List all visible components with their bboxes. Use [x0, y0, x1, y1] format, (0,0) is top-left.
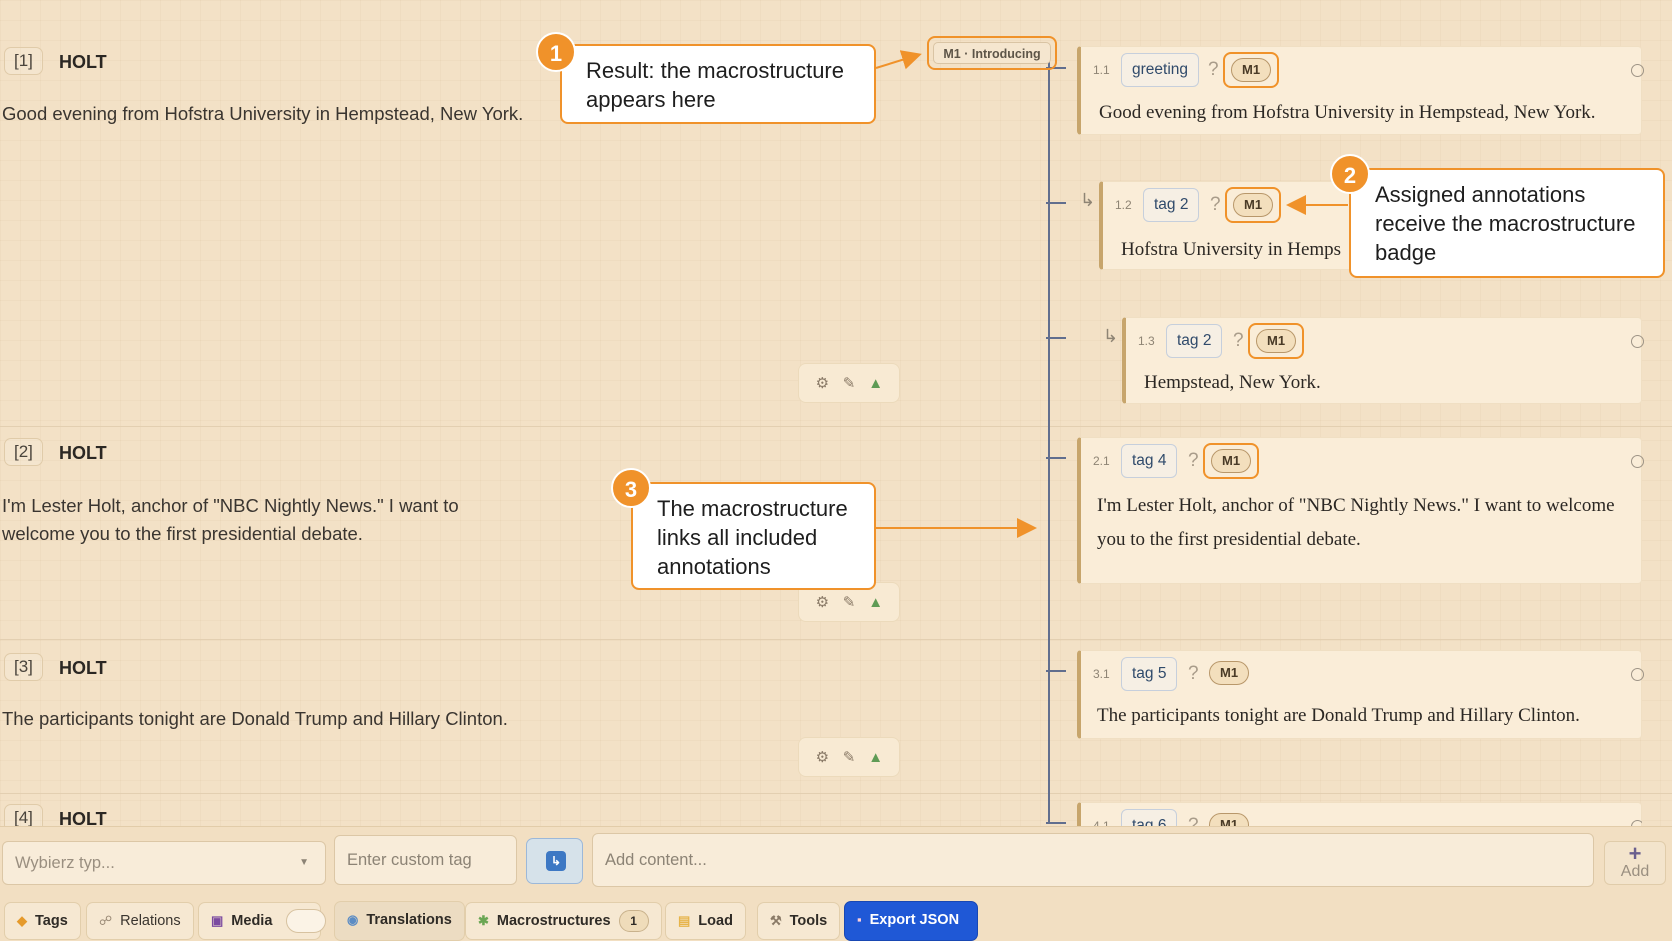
media-toggle[interactable]	[286, 909, 327, 934]
export-json-button-label: Export JSON	[869, 912, 960, 928]
bottom-bar: Wybierz typ... ▼ Enter custom tag ↳ Add …	[0, 826, 1672, 941]
tools-icon: ⚒	[770, 913, 782, 928]
type-select[interactable]: Wybierz typ... ▼	[2, 841, 326, 885]
callout-text-line: Assigned annotations	[1375, 182, 1586, 207]
macrostructures-count: 1	[618, 910, 649, 932]
load-button[interactable]: ▤ Load	[665, 902, 746, 940]
callout-text-line: receive the macrostructure	[1375, 211, 1636, 236]
folder-icon: ▤	[678, 913, 691, 928]
relations-button-label: Relations	[120, 913, 181, 929]
insert-icon: ↳	[546, 851, 566, 871]
media-button-label: Media	[231, 913, 273, 929]
link-icon: ☍	[99, 913, 113, 928]
callout-number: 1	[536, 32, 576, 72]
add-button-label: Add	[1620, 863, 1650, 880]
insert-button[interactable]: ↳	[526, 838, 583, 884]
tools-button-label: Tools	[789, 913, 828, 929]
translations-button[interactable]: ◉ Translations	[334, 901, 465, 941]
chevron-down-icon: ▼	[299, 857, 309, 868]
relations-button[interactable]: ☍ Relations	[86, 902, 194, 940]
tools-button[interactable]: ⚒ Tools	[757, 902, 841, 940]
callout-2: Assigned annotations receive the macrost…	[1349, 168, 1665, 278]
tags-button[interactable]: ◆ Tags	[4, 902, 81, 940]
content-input[interactable]: Add content...	[592, 833, 1594, 887]
callout-text-line: Result: the macrostructure	[586, 58, 844, 83]
content-placeholder: Add content...	[605, 851, 707, 869]
tag-icon: ◆	[17, 913, 27, 928]
callout-text-line: links all included	[657, 525, 818, 550]
custom-tag-input[interactable]: Enter custom tag	[334, 835, 517, 885]
macrostructures-button[interactable]: ✱ Macrostructures 1	[465, 902, 662, 940]
callout-1: Result: the macrostructure appears here	[560, 44, 876, 124]
translations-button-label: Translations	[366, 912, 452, 928]
export-icon: ▪	[857, 912, 862, 927]
callout-text-line: appears here	[586, 87, 716, 112]
callout-text-line: badge	[1375, 240, 1437, 265]
media-button[interactable]: ▣ Media	[198, 902, 327, 940]
load-button-label: Load	[698, 913, 733, 929]
media-icon: ▣	[211, 913, 224, 928]
globe-icon: ◉	[347, 912, 359, 927]
callout-number: 2	[1330, 154, 1370, 194]
callout-3: The macrostructure links all included an…	[631, 482, 876, 590]
macrostructures-button-label: Macrostructures	[496, 913, 611, 929]
plus-icon: +	[1628, 841, 1642, 866]
add-button[interactable]: + Add	[1604, 841, 1666, 885]
tags-button-label: Tags	[35, 913, 68, 929]
type-select-placeholder: Wybierz typ...	[15, 854, 115, 872]
callout-text-line: The macrostructure	[657, 496, 848, 521]
callout-arrows	[875, 50, 1348, 538]
macrostructure-icon: ✱	[478, 913, 489, 928]
callout-number: 3	[611, 468, 651, 508]
export-json-button[interactable]: ▪ Export JSON	[844, 901, 978, 941]
custom-tag-placeholder: Enter custom tag	[347, 851, 472, 869]
callout-text-line: annotations	[657, 554, 771, 579]
